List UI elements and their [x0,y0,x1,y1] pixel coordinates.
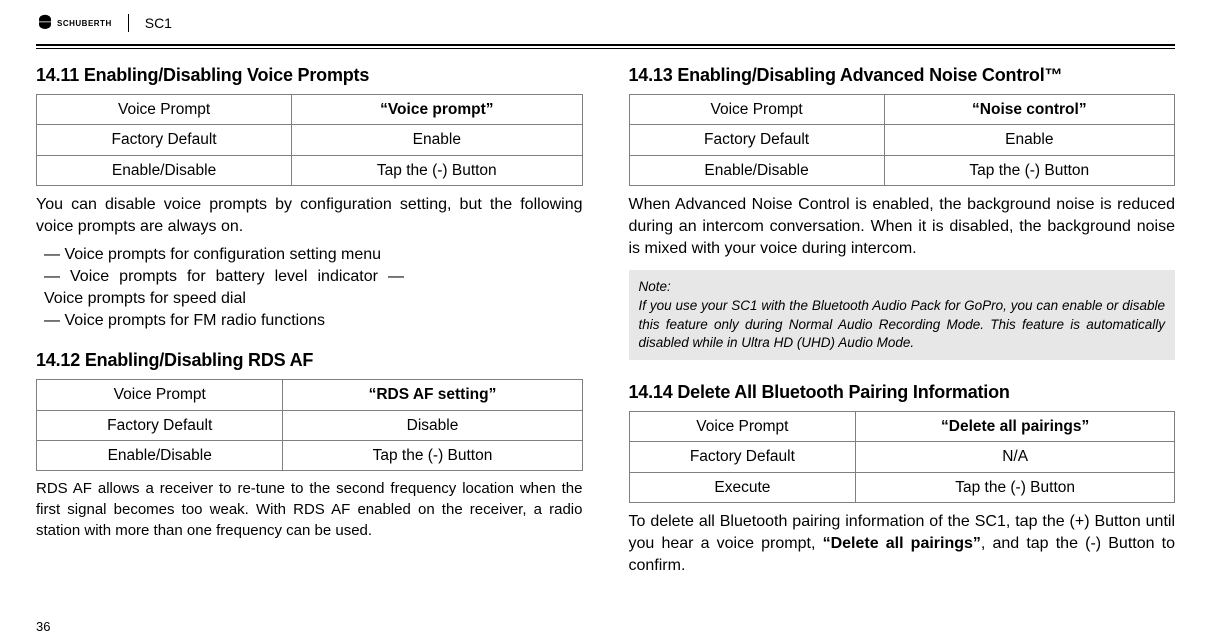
section-14-13: 14.13 Enabling/Disabling Advanced Noise … [629,63,1176,360]
product-code: SC1 [145,15,172,31]
cell: Enable [884,125,1174,155]
section-14-14: 14.14 Delete All Bluetooth Pairing Infor… [629,380,1176,577]
cell: Enable/Disable [37,441,283,471]
page-number: 36 [36,619,50,634]
cell: Factory Default [37,125,292,155]
paragraph: When Advanced Noise Control is enabled, … [629,194,1176,260]
left-column: 14.11 Enabling/Disabling Voice Prompts V… [36,63,583,593]
table-row: Voice Prompt “Delete all pairings” [629,411,1175,441]
cell: N/A [856,442,1175,472]
note-box: Note: If you use your SC1 with the Bluet… [629,270,1176,360]
section-14-11: 14.11 Enabling/Disabling Voice Prompts V… [36,63,583,332]
rule-thick [36,44,1175,46]
manual-page: SCHUBERTH SC1 14.11 Enabling/Disabling V… [0,0,1211,642]
text-bold: “Delete all pairings” [823,535,981,552]
cell: Voice Prompt [37,380,283,410]
rule-thin [36,48,1175,49]
table-row: Factory Default N/A [629,442,1175,472]
note-title: Note: [639,278,1166,296]
brand-logo: SCHUBERTH [36,14,112,32]
heading-14-11: 14.11 Enabling/Disabling Voice Prompts [36,63,583,88]
right-column: 14.13 Enabling/Disabling Advanced Noise … [629,63,1176,593]
table-row: Factory Default Enable [629,125,1175,155]
cell: Factory Default [37,410,283,440]
table-14-12: Voice Prompt “RDS AF setting” Factory De… [36,379,583,471]
cell: Factory Default [629,125,884,155]
schuberth-icon [36,14,54,32]
cell: Tap the (-) Button [292,155,582,185]
list-item: — Voice prompts for battery level indica… [44,266,404,310]
table-14-14: Voice Prompt “Delete all pairings” Facto… [629,411,1176,503]
table-row: Enable/Disable Tap the (-) Button [37,155,583,185]
table-14-11: Voice Prompt “Voice prompt” Factory Defa… [36,94,583,186]
list-item: — Voice prompts for configuration settin… [44,244,583,266]
heading-14-14: 14.14 Delete All Bluetooth Pairing Infor… [629,380,1176,405]
paragraph: You can disable voice prompts by configu… [36,194,583,238]
cell: “Delete all pairings” [856,411,1175,441]
prompt-list: — Voice prompts for configuration settin… [36,244,583,332]
cell: Tap the (-) Button [884,155,1174,185]
cell: Enable [292,125,582,155]
cell: Tap the (-) Button [856,472,1175,502]
cell: Enable/Disable [629,155,884,185]
cell: Voice Prompt [629,94,884,124]
table-row: Execute Tap the (-) Button [629,472,1175,502]
heading-14-13: 14.13 Enabling/Disabling Advanced Noise … [629,63,1176,88]
heading-14-12: 14.12 Enabling/Disabling RDS AF [36,348,583,373]
table-14-13: Voice Prompt “Noise control” Factory Def… [629,94,1176,186]
brand-name: SCHUBERTH [57,19,112,28]
table-row: Voice Prompt “Noise control” [629,94,1175,124]
section-14-12: 14.12 Enabling/Disabling RDS AF Voice Pr… [36,348,583,541]
cell: Enable/Disable [37,155,292,185]
table-row: Voice Prompt “RDS AF setting” [37,380,583,410]
table-row: Enable/Disable Tap the (-) Button [37,441,583,471]
content-columns: 14.11 Enabling/Disabling Voice Prompts V… [36,63,1175,593]
cell: Tap the (-) Button [283,441,582,471]
header-divider [128,14,129,32]
table-row: Factory Default Disable [37,410,583,440]
cell: Voice Prompt [37,94,292,124]
cell: Voice Prompt [629,411,856,441]
table-row: Enable/Disable Tap the (-) Button [629,155,1175,185]
cell: “RDS AF setting” [283,380,582,410]
list-item: — Voice prompts for FM radio functions [44,310,583,332]
cell: Execute [629,472,856,502]
page-header: SCHUBERTH SC1 [36,8,1175,38]
note-body: If you use your SC1 with the Bluetooth A… [639,298,1166,349]
cell: Factory Default [629,442,856,472]
cell: “Voice prompt” [292,94,582,124]
cell: “Noise control” [884,94,1174,124]
cell: Disable [283,410,582,440]
paragraph: To delete all Bluetooth pairing informat… [629,511,1176,577]
table-row: Voice Prompt “Voice prompt” [37,94,583,124]
paragraph: RDS AF allows a receiver to re-tune to t… [36,479,583,541]
table-row: Factory Default Enable [37,125,583,155]
